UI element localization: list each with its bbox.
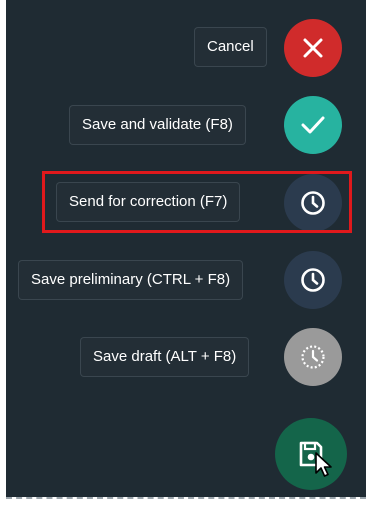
clock-dotted-icon (301, 345, 325, 369)
save-validate-button[interactable] (284, 96, 342, 154)
save-validate-label[interactable]: Save and validate (F8) (70, 106, 245, 144)
cancel-label[interactable]: Cancel (195, 28, 266, 66)
save-main-button[interactable] (275, 418, 347, 490)
save-draft-label[interactable]: Save draft (ALT + F8) (81, 338, 249, 376)
check-icon (301, 116, 325, 134)
save-preliminary-label[interactable]: Save preliminary (CTRL + F8) (19, 261, 243, 299)
close-icon (303, 38, 323, 58)
panel-dashed-border (6, 497, 366, 499)
save-preliminary-button[interactable] (284, 251, 342, 309)
cancel-button[interactable] (284, 19, 342, 77)
mouse-cursor-icon (315, 452, 332, 477)
clock-icon (301, 268, 325, 292)
highlight-box (42, 171, 352, 233)
save-draft-button[interactable] (284, 328, 342, 386)
